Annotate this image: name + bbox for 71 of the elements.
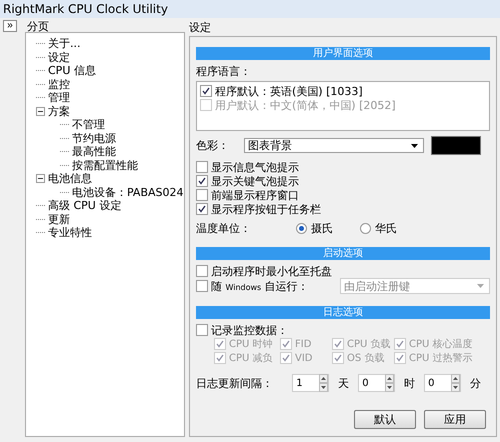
dialog-button[interactable]: 默认 [354, 410, 416, 429]
panel-header: 分页 [27, 18, 49, 34]
tree-item[interactable]: 电池信息 [48, 171, 92, 186]
spin-arrows-icon[interactable] [318, 374, 328, 392]
radio-label: 华氏 [375, 220, 397, 236]
tree-item[interactable]: 监控 [48, 76, 70, 92]
checkbox-label: 程序默认：英语(美国) [1033] [215, 84, 363, 98]
checkbox-label: FID [295, 338, 312, 350]
window-title: RightMark CPU Clock Utility [0, 0, 500, 18]
tree-item[interactable]: 最高性能 [72, 144, 116, 160]
checkbox[interactable] [196, 161, 208, 173]
checkbox-label: CPU 负载 [347, 338, 391, 351]
checkbox-label: CPU 时钟 [229, 338, 273, 351]
number-spinner[interactable]: 1 [292, 374, 329, 392]
checkbox[interactable] [196, 280, 208, 292]
field-label: 温度单位： [196, 220, 252, 236]
checkbox-label: CPU 过热警示 [409, 352, 473, 365]
checkbox-label: VID [295, 352, 312, 364]
tree-item[interactable]: 高级 CPU 设定 [48, 198, 122, 214]
checkbox[interactable] [196, 189, 208, 201]
spin-arrows-icon[interactable] [450, 374, 460, 392]
color-swatch[interactable] [431, 136, 481, 155]
checkbox-label: 记录监控数据： [211, 322, 288, 338]
page-title: 设定 [189, 20, 212, 35]
tree-item[interactable]: CPU 信息 [48, 63, 96, 78]
tree-item[interactable]: 不管理 [72, 117, 105, 132]
checkbox-label: 启动程序时最小化至托盘 [211, 264, 332, 278]
checkbox-label: 显示关键气泡提示 [211, 174, 299, 188]
collapse-icon[interactable] [36, 174, 45, 184]
checkbox[interactable] [200, 85, 212, 97]
section-header: 用户界面选项 [196, 47, 490, 60]
unit-label: 分 [468, 376, 482, 390]
checkbox[interactable] [196, 265, 208, 277]
expand-button[interactable]: » [3, 20, 17, 32]
color-dropdown[interactable]: 图表背景 [244, 138, 424, 153]
checkbox-label: CPU 核心温度 [409, 338, 473, 351]
checkbox[interactable] [196, 324, 208, 336]
section-header: 启动选项 [196, 247, 490, 260]
field-label: 程序语言： [196, 64, 252, 79]
unit-label: 天 [336, 376, 350, 390]
tree-item[interactable]: 节约电源 [72, 130, 116, 146]
checkbox-label: OS 负载 [347, 352, 384, 365]
tree-item[interactable]: 电池设备：PABAS024 [72, 184, 184, 200]
checkbox-label: 用户默认：中文(简体，中国) [2052] [215, 98, 396, 112]
checkbox-label: 显示信息气泡提示 [211, 160, 299, 174]
collapse-icon[interactable] [36, 106, 45, 116]
radio-label: 摄氏 [311, 220, 333, 236]
radio-button[interactable] [296, 222, 307, 234]
checkbox[interactable] [196, 175, 208, 187]
checkbox-label: 显示程序按钮于任务栏 [211, 202, 321, 216]
spin-arrows-icon[interactable] [384, 374, 394, 392]
tree-item[interactable]: 专业特性 [48, 225, 92, 240]
caret-icon [411, 144, 418, 148]
checkbox[interactable] [196, 203, 208, 215]
tree-item[interactable]: 设定 [48, 50, 70, 65]
tree-item[interactable]: 关于... [48, 36, 80, 52]
checkbox-label: CPU 减负 [229, 352, 273, 365]
tree-item[interactable]: 管理 [48, 90, 70, 106]
number-spinner[interactable]: 0 [424, 374, 461, 392]
field-label: 日志更新间隔： [196, 376, 274, 390]
dialog-button[interactable]: 应用 [424, 410, 486, 429]
radio-button[interactable] [360, 222, 371, 234]
number-spinner[interactable]: 0 [358, 374, 395, 392]
checkbox-label: 前端显示程序窗口 [211, 188, 299, 202]
tree-item[interactable]: 更新 [48, 212, 70, 227]
section-header: 日志选项 [196, 306, 490, 319]
tree-item[interactable]: 方案 [48, 104, 70, 119]
field-label: 色彩： [196, 138, 230, 153]
caret-icon [477, 284, 484, 288]
tree-item[interactable]: 按需配置性能 [72, 158, 138, 173]
unit-label: 时 [402, 376, 416, 390]
